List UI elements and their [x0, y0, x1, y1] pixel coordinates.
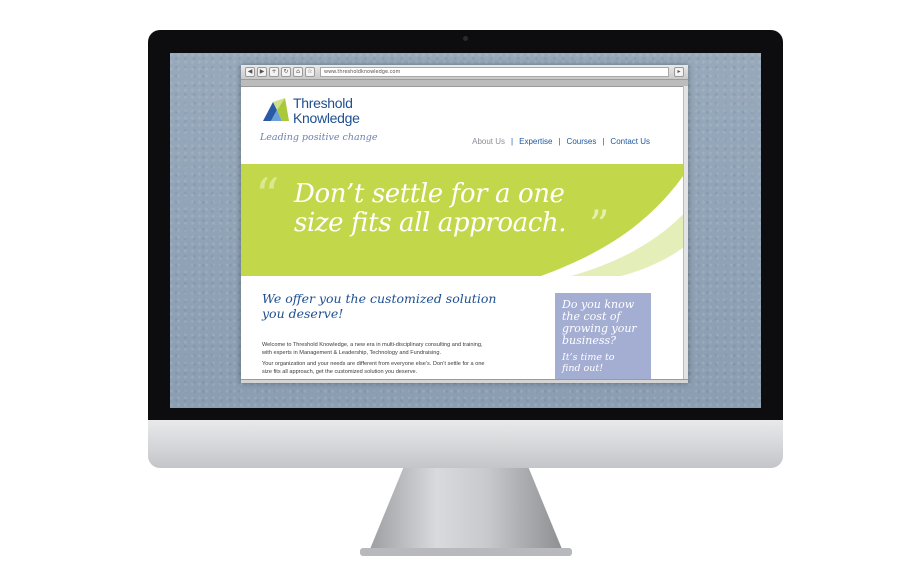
paragraph-line: Welcome to Threshold Knowledge, a new er…: [262, 342, 483, 348]
needs-paragraph: Your organization and your needs are dif…: [262, 361, 532, 376]
main-nav: About Us | Expertise | Courses | Contact…: [466, 137, 656, 146]
paragraph-line: with experts in Management & Leadership,…: [262, 349, 442, 356]
callout-subline: find out!: [562, 363, 604, 374]
address-bar[interactable]: www.thresholdknowledge.com: [320, 67, 669, 77]
site-header: Threshold Knowledge Leading positive cha…: [241, 87, 688, 163]
hero-line2: size fits all approach.: [294, 208, 567, 238]
webpage: Threshold Knowledge Leading positive cha…: [241, 87, 688, 383]
bookmark-button[interactable]: ☆: [305, 67, 315, 77]
callout-subline: It’s time to: [562, 352, 615, 363]
paragraph-line: size fits all approach, get the customiz…: [262, 368, 418, 375]
open-quote-icon: “: [255, 168, 280, 224]
monitor-stand-base: [360, 548, 572, 556]
promo-callout[interactable]: Do you know the cost of growing your bus…: [555, 293, 651, 383]
callout-line: business?: [562, 334, 617, 347]
reload-button[interactable]: ↻: [281, 67, 291, 77]
heading-line1: We offer you the customized solution: [262, 291, 497, 306]
tab-strip: [241, 80, 688, 87]
browser-toolbar: ◀ ▶ + ↻ ⌂ ☆ www.thresholdknowledge.com ▸: [241, 65, 688, 80]
logo-text-line2[interactable]: Knowledge: [293, 110, 360, 126]
nav-courses[interactable]: Courses: [561, 137, 603, 146]
hero-line1: Don’t settle for a one: [294, 179, 565, 209]
intro-paragraph: Welcome to Threshold Knowledge, a new er…: [262, 342, 532, 357]
logo-text-line1[interactable]: Threshold: [293, 95, 353, 111]
heading-line2: you deserve!: [262, 306, 344, 321]
webcam: [463, 36, 468, 41]
nav-about-us[interactable]: About Us: [466, 137, 511, 146]
hero-headline: Don’t settle for a one size fits all app…: [294, 179, 567, 238]
add-button[interactable]: +: [269, 67, 279, 77]
status-bar: [241, 379, 688, 383]
monitor-stand: [368, 468, 564, 554]
paragraph-line: Your organization and your needs are dif…: [262, 361, 485, 367]
nav-expertise[interactable]: Expertise: [513, 137, 558, 146]
nav-contact-us[interactable]: Contact Us: [604, 137, 656, 146]
tagline: Leading positive change: [260, 132, 378, 143]
browser-window: ◀ ▶ + ↻ ⌂ ☆ www.thresholdknowledge.com ▸…: [241, 65, 688, 383]
main-content: We offer you the customized solution you…: [241, 276, 688, 383]
home-button[interactable]: ⌂: [293, 67, 303, 77]
go-icon[interactable]: ▸: [674, 67, 684, 77]
logo-triangle-icon[interactable]: [261, 96, 291, 122]
close-quote-icon: ”: [589, 203, 610, 249]
vertical-scrollbar[interactable]: [683, 86, 688, 380]
content-heading: We offer you the customized solution you…: [262, 291, 522, 321]
hero-banner: “ Don’t settle for a one size fits all a…: [241, 164, 688, 276]
monitor-chin: [148, 420, 783, 468]
back-button[interactable]: ◀: [245, 67, 255, 77]
forward-button[interactable]: ▶: [257, 67, 267, 77]
